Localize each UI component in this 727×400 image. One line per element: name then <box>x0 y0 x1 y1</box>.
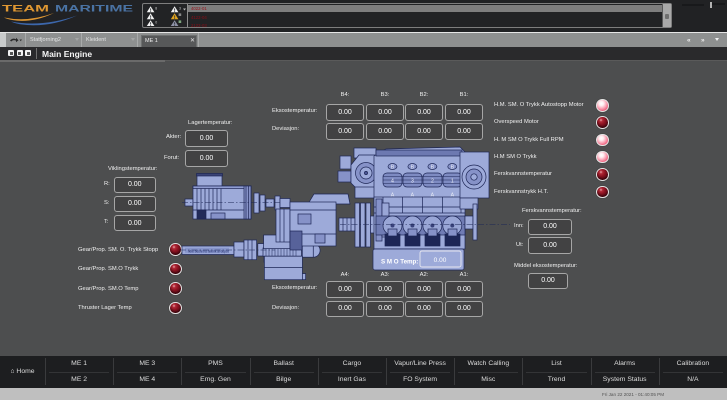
svg-text:1: 1 <box>451 179 454 185</box>
svg-text:0.00: 0.00 <box>434 257 447 264</box>
svg-text:B: B <box>391 165 395 171</box>
svg-text:A: A <box>411 192 415 198</box>
svg-text:B: B <box>411 165 415 171</box>
svg-text:S M O Temp:: S M O Temp: <box>381 259 418 266</box>
svg-text:2: 2 <box>431 179 434 185</box>
svg-text:3: 3 <box>411 179 414 185</box>
svg-text:Ikke besret to teknik al depot: Ikke besret to teknik al depot <box>188 249 229 253</box>
svg-text:A: A <box>451 192 455 198</box>
svg-text:B: B <box>431 165 435 171</box>
svg-text:A: A <box>391 192 395 198</box>
svg-text:B: B <box>451 165 455 171</box>
svg-text:4: 4 <box>391 179 394 185</box>
svg-text:A: A <box>431 192 435 198</box>
